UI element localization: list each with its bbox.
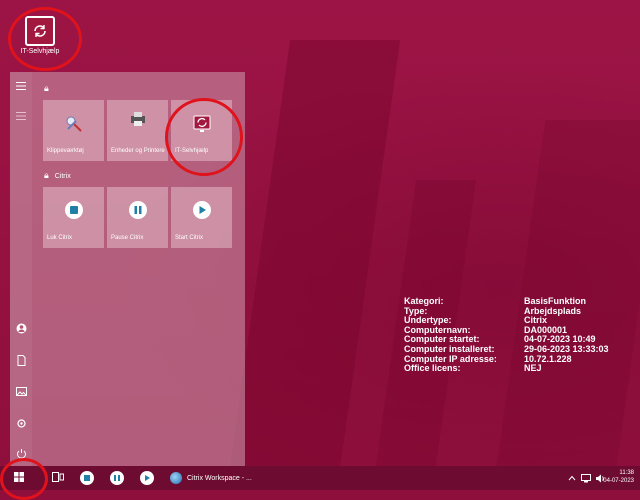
highlight-circle [0,458,48,500]
group-edit-icon: 🔒︎ [44,170,49,180]
start-menu-rail [10,72,32,466]
tile-pause-citrix[interactable]: Pause Citrix [107,187,168,248]
taskbar-start-citrix[interactable] [140,470,154,486]
network-icon[interactable] [581,470,591,486]
citrix-workspace-icon [170,472,182,484]
tile-label: Luk Citrix [47,235,73,241]
taskbar-luk-citrix[interactable] [80,470,94,486]
play-icon [171,201,232,219]
tile-label: Start Citrix [175,235,204,241]
taskbar-pause-citrix[interactable] [110,470,124,486]
tray-chevron-up-icon[interactable] [568,470,576,486]
user-account-icon[interactable] [14,323,28,337]
pause-icon [107,201,168,219]
documents-icon[interactable] [14,355,28,369]
stop-icon [43,201,104,219]
group-header-1[interactable]: 🔒︎ [44,83,49,94]
info-row: Office licens: NEJ [404,363,542,374]
clock-time: 11:38 [619,470,634,476]
group-edit-icon: 🔒︎ [44,83,49,93]
tile-luk-citrix[interactable]: Luk Citrix [43,187,104,248]
stop-icon [80,471,94,485]
all-apps-icon[interactable] [14,112,28,123]
pictures-icon[interactable] [14,387,28,399]
printer-icon [107,110,168,128]
tile-label: Klippeværktøj [47,148,84,154]
background-shape [229,40,401,470]
taskbar: Citrix Workspace - ... 11:38 04-07-2023 [0,466,640,490]
tile-label: Enheder og Printere [111,148,165,154]
tile-label: Pause Citrix [111,235,144,241]
clock-date: 04-07-2023 [603,478,634,484]
settings-gear-icon[interactable] [14,418,28,432]
tile-klippevaerktoej[interactable]: Klippeværktøj [43,100,104,161]
clock[interactable]: 11:38 04-07-2023 [603,469,634,485]
task-view-icon [52,472,64,484]
snipping-tool-icon [43,114,104,134]
task-view-button[interactable] [52,470,64,486]
group-header-citrix[interactable]: 🔒︎ Citrix [44,170,71,181]
tile-enheder-og-printere[interactable]: Enheder og Printere [107,100,168,161]
tile-start-citrix[interactable]: Start Citrix [171,187,232,248]
taskbar-citrix-workspace[interactable]: Citrix Workspace - ... [170,470,252,486]
pause-icon [110,471,124,485]
highlight-circle [165,98,243,176]
play-icon [140,471,154,485]
bginfo-panel: Kategori: BasisFunktion Type: Arbejdsplads… [404,296,609,374]
hamburger-menu-icon[interactable] [14,82,28,93]
highlight-circle [8,7,82,71]
